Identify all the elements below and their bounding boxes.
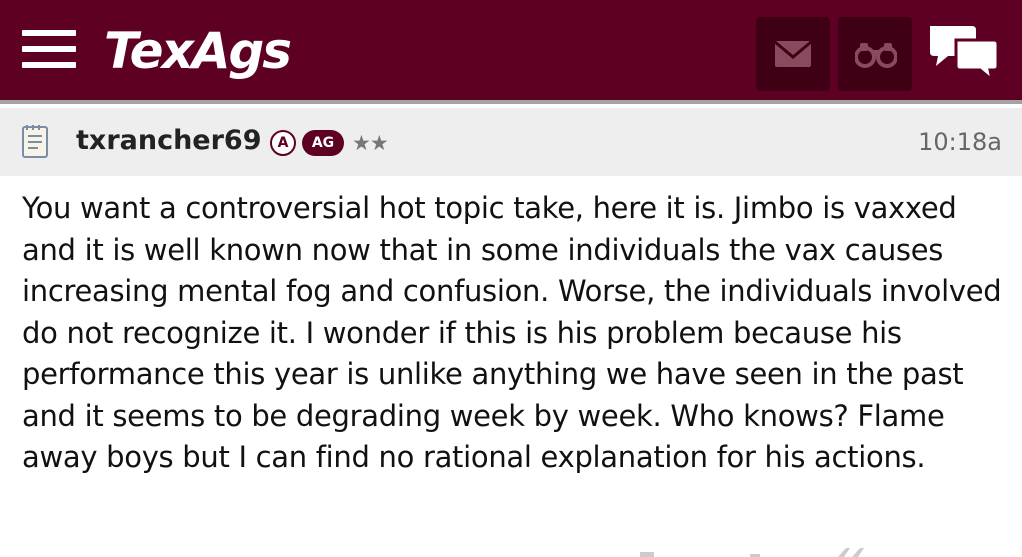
chat-bubbles-icon[interactable] [926, 22, 1002, 82]
post-body-text: You want a controversial hot topic take,… [22, 191, 1002, 474]
binoculars-button[interactable] [838, 17, 912, 91]
binoculars-icon [855, 43, 897, 68]
top-navbar: TexAgs [0, 0, 1022, 104]
post-timestamp: 10:18a [918, 128, 1002, 156]
user-rating-stars: ★★ [352, 131, 389, 155]
texags-logo[interactable]: TexAgs [104, 22, 292, 80]
post-header: txrancher69 A AG ★★ 10:18a [0, 108, 1022, 176]
post-actions-partial [640, 548, 864, 557]
notepad-icon [22, 125, 48, 158]
mail-button[interactable] [756, 17, 830, 91]
post-username[interactable]: txrancher69 [76, 122, 262, 160]
hamburger-menu-icon[interactable] [22, 30, 76, 70]
user-badge-ag: AG [302, 130, 344, 156]
mail-icon [774, 40, 812, 67]
user-badge-a: A [270, 130, 296, 156]
